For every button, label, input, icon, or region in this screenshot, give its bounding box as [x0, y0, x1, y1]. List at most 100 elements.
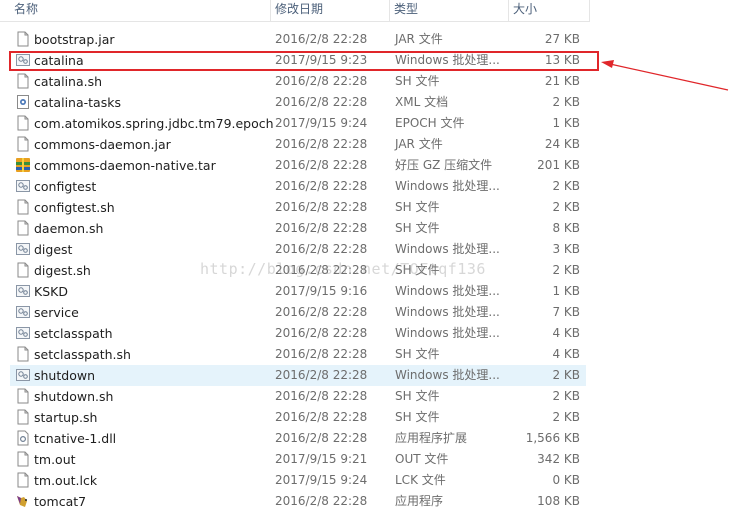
file-size: 2 KB [552, 200, 580, 214]
file-name: configtest [34, 179, 97, 194]
file-name: catalina-tasks [34, 95, 121, 110]
file-row[interactable]: setclasspath 2016/2/8 22:28 Windows 批处理...… [10, 323, 586, 344]
file-size: 2 KB [552, 368, 580, 382]
file-type: Windows 批处理... [395, 179, 500, 193]
batch-file-icon [15, 325, 31, 341]
file-row[interactable]: service 2016/2/8 22:28 Windows 批处理... 7 KB [10, 302, 586, 323]
file-date: 2016/2/8 22:28 [275, 158, 368, 172]
file-name: setclasspath.sh [34, 347, 131, 362]
file-row[interactable]: startup.sh 2016/2/8 22:28 SH 文件 2 KB [10, 407, 586, 428]
annotation-highlight-box [9, 51, 599, 71]
file-type: JAR 文件 [395, 137, 443, 151]
file-size: 2 KB [552, 179, 580, 193]
file-name: tm.out.lck [34, 473, 98, 488]
file-row[interactable]: bootstrap.jar 2016/2/8 22:28 JAR 文件 27 KB [10, 29, 586, 50]
file-row[interactable]: KSKD 2017/9/15 9:16 Windows 批处理... 1 KB [10, 281, 586, 302]
batch-file-icon [15, 304, 31, 320]
watermark: http://blog.csdn.net/TQFtqf136 [200, 260, 486, 278]
file-row[interactable]: daemon.sh 2016/2/8 22:28 SH 文件 8 KB [10, 218, 586, 239]
file-name: tomcat7 [34, 494, 87, 509]
file-type: Windows 批处理... [395, 326, 500, 340]
column-header-type[interactable]: 类型 [390, 0, 508, 21]
arrow-line [609, 63, 729, 91]
file-icon [15, 199, 31, 215]
file-row[interactable]: catalina.sh 2016/2/8 22:28 SH 文件 21 KB [10, 71, 586, 92]
file-type: JAR 文件 [395, 32, 443, 46]
file-date: 2016/2/8 22:28 [275, 137, 368, 151]
file-name: tcnative-1.dll [34, 431, 117, 446]
file-row[interactable]: shutdown.sh 2016/2/8 22:28 SH 文件 2 KB [10, 386, 586, 407]
file-row[interactable]: catalina-tasks 2016/2/8 22:28 XML 文档 2 KB [10, 92, 586, 113]
file-row[interactable]: commons-daemon.jar 2016/2/8 22:28 JAR 文件 24… [10, 134, 586, 155]
file-date: 2016/2/8 22:28 [275, 179, 368, 193]
file-type: LCK 文件 [395, 473, 446, 487]
file-size: 2 KB [552, 410, 580, 424]
batch-file-icon [15, 241, 31, 257]
file-date: 2016/2/8 22:28 [275, 326, 368, 340]
file-size: 21 KB [544, 74, 580, 88]
file-type: SH 文件 [395, 200, 440, 214]
batch-file-icon [15, 367, 31, 383]
file-name: shutdown [34, 368, 95, 383]
arrow-head [601, 60, 614, 68]
file-size: 1 KB [552, 284, 580, 298]
file-date: 2016/2/8 22:28 [275, 368, 368, 382]
file-date: 2016/2/8 22:28 [275, 389, 368, 403]
xml-file-icon [15, 94, 31, 110]
file-size: 24 KB [544, 137, 580, 151]
file-size: 342 KB [537, 452, 580, 466]
tomcat-app-icon [15, 493, 31, 509]
file-type: EPOCH 文件 [395, 116, 465, 130]
file-row[interactable]: tm.out.lck 2017/9/15 9:24 LCK 文件 0 KB [10, 470, 586, 491]
file-row[interactable]: configtest.sh 2016/2/8 22:28 SH 文件 2 KB [10, 197, 586, 218]
file-icon [15, 136, 31, 152]
file-name: digest [34, 242, 73, 257]
file-size: 27 KB [544, 32, 580, 46]
file-row[interactable]: digest 2016/2/8 22:28 Windows 批处理... 3 KB [10, 239, 586, 260]
file-type: SH 文件 [395, 347, 440, 361]
file-date: 2016/2/8 22:28 [275, 347, 368, 361]
file-date: 2016/2/8 22:28 [275, 221, 368, 235]
file-type: SH 文件 [395, 221, 440, 235]
file-size: 1 KB [552, 116, 580, 130]
column-divider[interactable] [589, 0, 590, 22]
file-type: 应用程序扩展 [395, 431, 468, 445]
file-size: 108 KB [537, 494, 580, 508]
file-row[interactable]: tomcat7 2016/2/8 22:28 应用程序 108 KB [10, 491, 586, 512]
file-row[interactable]: shutdown 2016/2/8 22:28 Windows 批处理... 2 KB [10, 365, 586, 386]
file-date: 2016/2/8 22:28 [275, 494, 368, 508]
batch-file-icon [15, 283, 31, 299]
file-name: commons-daemon-native.tar [34, 158, 216, 173]
file-name: shutdown.sh [34, 389, 114, 404]
file-size: 3 KB [552, 242, 580, 256]
file-icon [15, 73, 31, 89]
file-size: 4 KB [552, 347, 580, 361]
file-icon [15, 346, 31, 362]
file-size: 7 KB [552, 305, 580, 319]
file-name: digest.sh [34, 263, 91, 278]
file-size: 201 KB [537, 158, 580, 172]
column-header-bar: 名称 修改日期 类型 大小 [0, 0, 590, 22]
file-date: 2016/2/8 22:28 [275, 242, 368, 256]
file-row[interactable]: commons-daemon-native.tar 2016/2/8 22:28 好… [10, 155, 586, 176]
file-row[interactable]: configtest 2016/2/8 22:28 Windows 批处理... 2 … [10, 176, 586, 197]
file-row[interactable]: com.atomikos.spring.jdbc.tm79.epoch 2017/… [10, 113, 586, 134]
column-header-date[interactable]: 修改日期 [271, 0, 389, 21]
file-date: 2016/2/8 22:28 [275, 32, 368, 46]
column-header-name[interactable]: 名称 [10, 0, 270, 21]
file-row[interactable]: setclasspath.sh 2016/2/8 22:28 SH 文件 4 KB [10, 344, 586, 365]
column-header-size[interactable]: 大小 [509, 0, 589, 21]
file-name: com.atomikos.spring.jdbc.tm79.epoch [34, 116, 274, 131]
file-icon [15, 31, 31, 47]
file-name: catalina.sh [34, 74, 103, 89]
file-icon [15, 220, 31, 236]
file-size: 4 KB [552, 326, 580, 340]
file-icon [15, 409, 31, 425]
file-type: XML 文档 [395, 95, 449, 109]
file-name: startup.sh [34, 410, 98, 425]
file-name: bootstrap.jar [34, 32, 115, 47]
file-date: 2017/9/15 9:16 [275, 284, 368, 298]
file-row[interactable]: tm.out 2017/9/15 9:21 OUT 文件 342 KB [10, 449, 586, 470]
file-row[interactable]: tcnative-1.dll 2016/2/8 22:28 应用程序扩展 1,566 … [10, 428, 586, 449]
file-type: Windows 批处理... [395, 284, 500, 298]
